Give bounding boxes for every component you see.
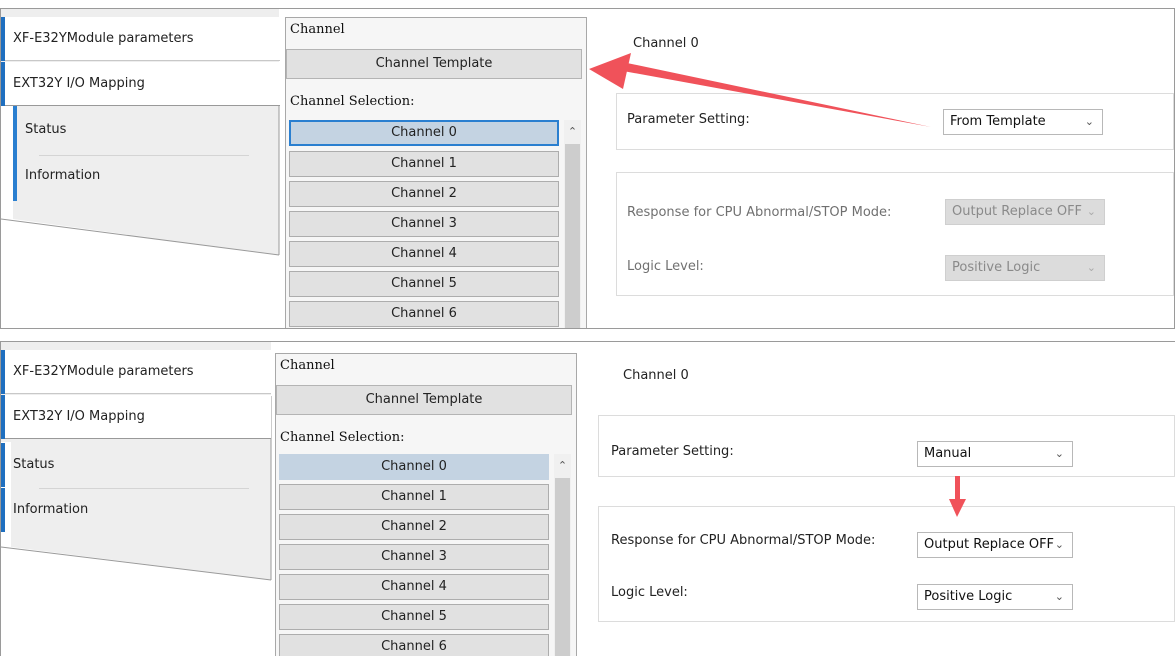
sidebar-item-module-parameters[interactable]: XF-E32YModule parameters	[1, 17, 280, 61]
sidebar-item-information[interactable]: Information	[13, 154, 279, 198]
output-settings-group: Response for CPU Abnormal/STOP Mode: Out…	[598, 506, 1175, 622]
scrollbar-thumb[interactable]	[555, 478, 570, 656]
response-mode-label: Response for CPU Abnormal/STOP Mode:	[627, 205, 892, 220]
sidebar-item-accent	[1, 443, 5, 487]
sidebar-item-status[interactable]: Status	[1, 443, 271, 487]
sidebar-item-io-mapping[interactable]: EXT32Y I/O Mapping	[1, 395, 271, 439]
response-mode-dropdown[interactable]: Output Replace OFF ⌄	[945, 199, 1105, 225]
sidebar-item-label: EXT32Y I/O Mapping	[13, 409, 145, 424]
channel-template-button[interactable]: Channel Template	[286, 49, 582, 79]
chevron-down-icon: ⌄	[1086, 261, 1096, 274]
chevron-down-icon: ⌄	[1086, 205, 1096, 218]
channel-button-2[interactable]: Channel 2	[279, 514, 549, 540]
channel-button-3[interactable]: Channel 3	[279, 544, 549, 570]
chevron-down-icon: ⌄	[1084, 115, 1094, 128]
logic-level-dropdown[interactable]: Positive Logic ⌄	[917, 584, 1073, 610]
sidebar-item-accent	[1, 488, 5, 532]
logic-level-label: Logic Level:	[627, 259, 704, 274]
logic-level-value: Positive Logic	[924, 589, 1013, 604]
sidebar-item-accent	[1, 62, 5, 106]
parameter-setting-dropdown[interactable]: Manual ⌄	[917, 441, 1073, 467]
scrollbar-thumb[interactable]	[565, 144, 580, 328]
channel-button-2[interactable]: Channel 2	[289, 181, 559, 207]
current-channel-label: Channel 0	[633, 36, 699, 51]
channel-button-1[interactable]: Channel 1	[279, 484, 549, 510]
sidebar-item-information[interactable]: Information	[1, 488, 271, 532]
logic-level-label: Logic Level:	[611, 585, 688, 600]
chevron-down-icon: ⌄	[1054, 447, 1064, 460]
parameter-setting-label: Parameter Setting:	[627, 112, 750, 127]
channel-panel-title: Channel	[290, 22, 345, 37]
channel-button-4[interactable]: Channel 4	[279, 574, 549, 600]
sidebar: XF-E32YModule parameters EXT32Y I/O Mapp…	[1, 342, 281, 656]
logic-level-value: Positive Logic	[952, 260, 1041, 275]
channel-scrollbar[interactable]: ⌃	[554, 454, 571, 656]
module-settings-panel-bottom: XF-E32YModule parameters EXT32Y I/O Mapp…	[0, 341, 1175, 656]
parameter-setting-dropdown[interactable]: From Template ⌄	[943, 109, 1103, 135]
sidebar-item-module-parameters[interactable]: XF-E32YModule parameters	[1, 350, 271, 394]
current-channel-label: Channel 0	[623, 368, 689, 383]
logic-level-dropdown[interactable]: Positive Logic ⌄	[945, 255, 1105, 281]
parameter-setting-value: Manual	[924, 446, 972, 461]
sidebar: XF-E32YModule parameters EXT32Y I/O Mapp…	[1, 9, 281, 328]
chevron-down-icon: ⌄	[1054, 538, 1064, 551]
sidebar-item-accent	[1, 17, 5, 61]
response-mode-value: Output Replace OFF	[924, 537, 1055, 552]
channel-button-5[interactable]: Channel 5	[289, 271, 559, 297]
sidebar-item-accent	[1, 350, 5, 394]
response-mode-value: Output Replace OFF	[952, 204, 1083, 219]
chevron-up-icon[interactable]: ⌃	[554, 454, 571, 476]
channel-selection-label: Channel Selection:	[290, 94, 415, 109]
channel-panel-title: Channel	[280, 358, 335, 373]
parameter-setting-label: Parameter Setting:	[611, 444, 734, 459]
sidebar-item-label: Information	[13, 502, 89, 517]
sidebar-item-label: XF-E32YModule parameters	[13, 31, 194, 46]
sidebar-item-label: EXT32Y I/O Mapping	[13, 76, 145, 91]
channel-template-button[interactable]: Channel Template	[276, 385, 572, 415]
sidebar-item-io-mapping[interactable]: EXT32Y I/O Mapping	[1, 62, 280, 106]
channel-panel: Channel Channel Template Channel Selecti…	[285, 17, 587, 328]
channel-button-3[interactable]: Channel 3	[289, 211, 559, 237]
module-settings-panel-top: XF-E32YModule parameters EXT32Y I/O Mapp…	[0, 8, 1175, 329]
channel-button-6[interactable]: Channel 6	[279, 634, 549, 656]
parameter-setting-value: From Template	[950, 114, 1046, 129]
sidebar-item-accent	[1, 395, 5, 439]
channel-button-5[interactable]: Channel 5	[279, 604, 549, 630]
channel-button-6[interactable]: Channel 6	[289, 301, 559, 327]
sidebar-item-status[interactable]: Status	[13, 108, 279, 152]
parameter-setting-group: Parameter Setting: Manual ⌄	[598, 415, 1175, 477]
sidebar-item-label: XF-E32YModule parameters	[13, 364, 194, 379]
output-settings-group: Response for CPU Abnormal/STOP Mode: Out…	[616, 172, 1174, 296]
channel-button-0[interactable]: Channel 0	[279, 454, 549, 480]
channel-panel: Channel Channel Template Channel Selecti…	[275, 353, 577, 656]
channel-scrollbar[interactable]: ⌃	[564, 120, 581, 328]
chevron-down-icon: ⌄	[1054, 590, 1064, 603]
parameter-setting-group: Parameter Setting: From Template ⌄	[616, 93, 1174, 150]
sidebar-item-label: Status	[13, 457, 55, 472]
channel-button-1[interactable]: Channel 1	[289, 151, 559, 177]
channel-button-4[interactable]: Channel 4	[289, 241, 559, 267]
response-mode-label: Response for CPU Abnormal/STOP Mode:	[611, 533, 876, 548]
sidebar-item-label: Status	[25, 122, 67, 137]
response-mode-dropdown[interactable]: Output Replace OFF ⌄	[917, 532, 1073, 558]
chevron-up-icon[interactable]: ⌃	[564, 120, 581, 142]
channel-button-0[interactable]: Channel 0	[289, 120, 559, 146]
channel-selection-label: Channel Selection:	[280, 430, 405, 445]
sidebar-item-label: Information	[25, 168, 101, 183]
